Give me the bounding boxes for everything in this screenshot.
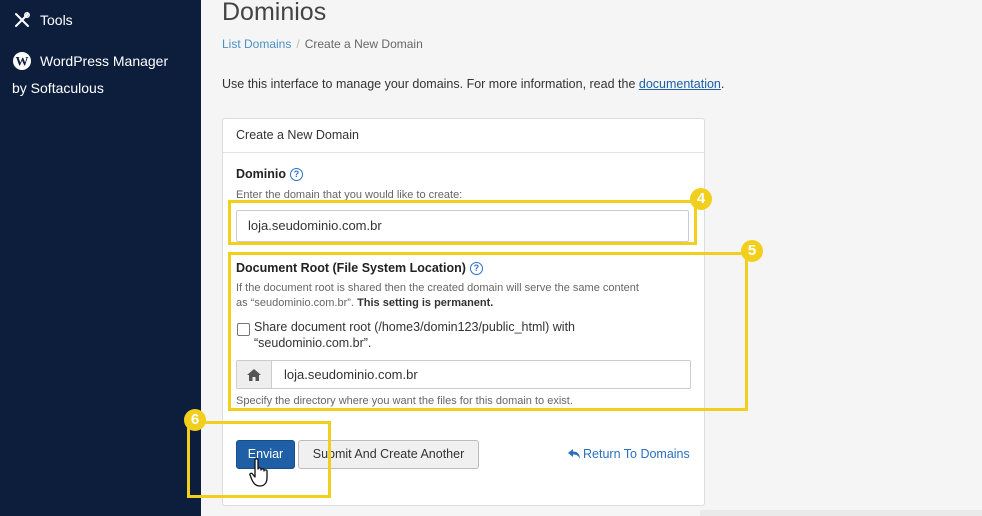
help-icon[interactable]: ? <box>290 168 303 181</box>
highlight-box-step5 <box>228 252 748 411</box>
breadcrumb-separator: / <box>296 37 300 51</box>
intro-text: Use this interface to manage your domain… <box>222 77 724 91</box>
bottom-strip <box>700 510 982 516</box>
domain-label-text: Dominio <box>236 167 286 181</box>
intro-body: Use this interface to manage your domain… <box>222 77 639 91</box>
breadcrumb-list-domains-link[interactable]: List Domains <box>222 37 291 51</box>
wordpress-icon: W <box>12 51 32 71</box>
return-to-domains-link[interactable]: Return To Domains <box>568 447 690 461</box>
sidebar-item-label-continued[interactable]: by Softaculous <box>12 80 104 96</box>
page-title: Dominios <box>222 0 327 26</box>
breadcrumb: List Domains / Create a New Domain <box>222 37 423 51</box>
return-link-text: Return To Domains <box>583 447 690 461</box>
sidebar: Tools W WordPress Manager by Softaculous <box>0 0 201 516</box>
documentation-link[interactable]: documentation <box>639 77 721 91</box>
svg-text:W: W <box>16 54 29 69</box>
intro-suffix: . <box>720 77 725 91</box>
sidebar-item-label: Tools <box>40 12 73 28</box>
sidebar-item-wordpress-manager[interactable]: W WordPress Manager <box>12 51 168 71</box>
step5-badge: 5 <box>741 240 763 262</box>
return-arrow-icon <box>568 449 580 459</box>
hand-cursor-icon <box>249 458 268 487</box>
breadcrumb-current: Create a New Domain <box>304 37 423 51</box>
panel-title: Create a New Domain <box>223 119 704 153</box>
sidebar-item-tools[interactable]: Tools <box>12 10 73 30</box>
domain-label: Dominio? <box>236 167 303 181</box>
sidebar-item-label: WordPress Manager <box>40 53 169 69</box>
step6-badge: 6 <box>184 409 206 431</box>
highlight-box-step4 <box>228 200 697 245</box>
step4-badge: 4 <box>690 188 712 210</box>
tools-icon <box>12 10 32 30</box>
